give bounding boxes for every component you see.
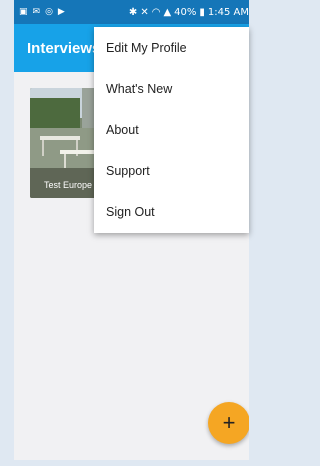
mail-icon: ✉	[32, 7, 41, 17]
menu-item-edit-profile[interactable]: Edit My Profile	[94, 27, 249, 68]
mute-icon: ✕	[140, 6, 149, 18]
bluetooth-icon: ✱	[128, 6, 138, 18]
battery-level: 40%	[174, 6, 197, 18]
add-interview-button[interactable]: +	[208, 402, 249, 444]
play-icon: ▶	[57, 7, 65, 17]
wifi-icon: ◠	[151, 6, 161, 18]
clock: 1:45 AM	[207, 6, 249, 18]
menu-item-about[interactable]: About	[94, 109, 249, 150]
plus-icon: +	[222, 410, 236, 435]
system-icons: ✱ ✕ ◠ ▲ 40% ▮ 1:45 AM	[129, 7, 249, 18]
status-bar: ▣ ✉ ◎ ▶ ✱ ✕ ◠ ▲ 40% ▮ 1:45 AM	[14, 0, 249, 24]
battery-icon: ▮	[199, 6, 205, 18]
notification-icons: ▣ ✉ ◎ ▶	[14, 7, 65, 17]
signal-icon: ▲	[163, 6, 172, 18]
page-title: Interviews	[27, 39, 101, 57]
gallery-icon: ▣	[19, 7, 28, 17]
menu-item-support[interactable]: Support	[94, 151, 249, 192]
sync-icon: ◎	[45, 7, 53, 17]
overflow-menu: Edit My Profile What's New About Support…	[94, 27, 249, 233]
menu-item-whats-new[interactable]: What's New	[94, 68, 249, 109]
menu-item-sign-out[interactable]: Sign Out	[94, 192, 249, 233]
